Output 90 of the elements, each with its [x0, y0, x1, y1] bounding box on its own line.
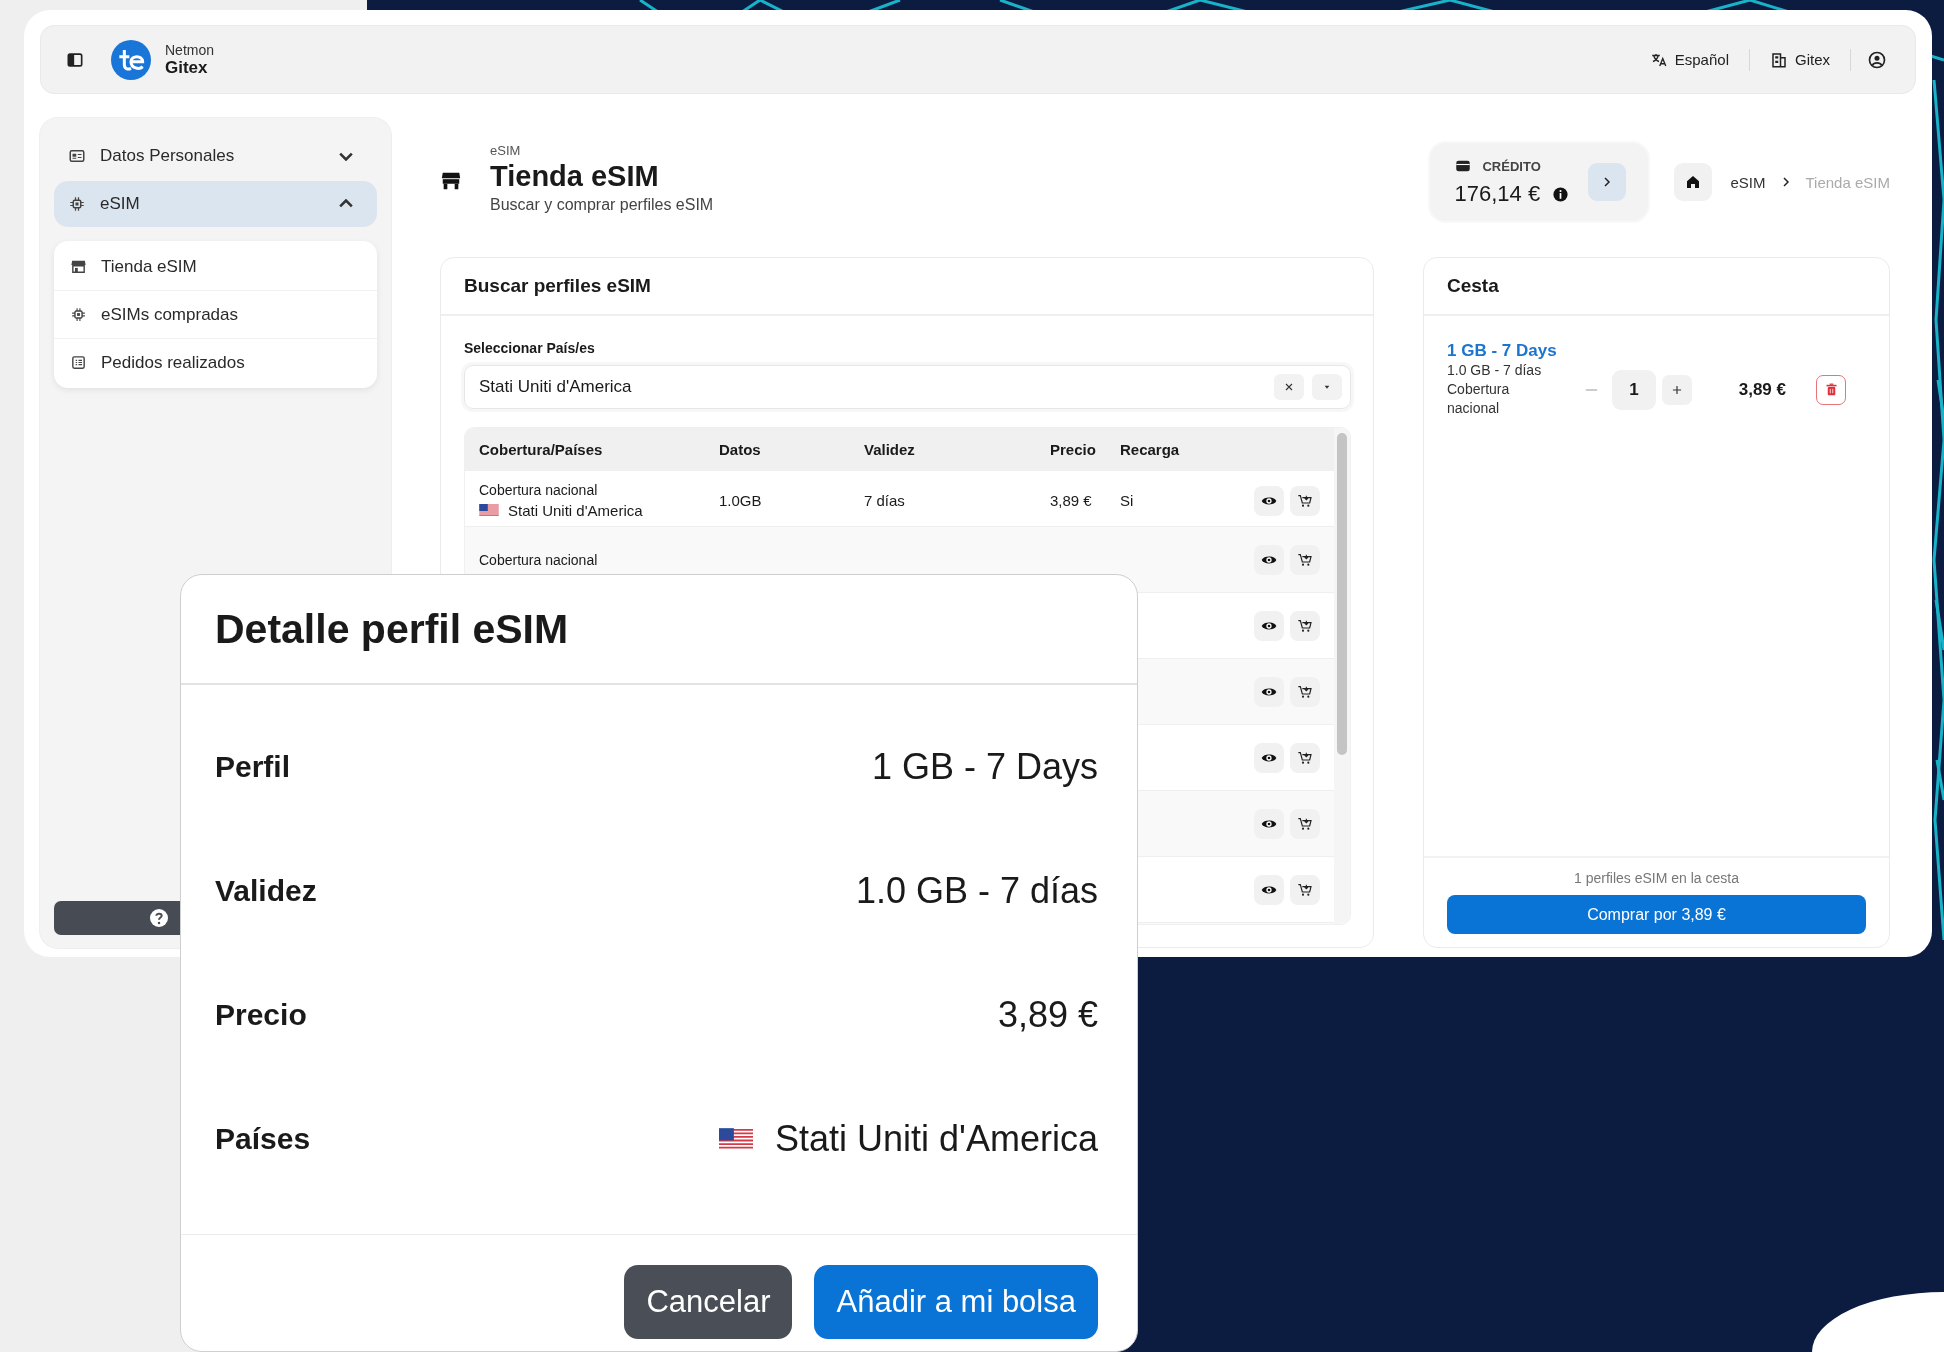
column-header: Precio: [1050, 440, 1097, 458]
table-cell-text: Si: [1120, 492, 1135, 509]
minus-icon: [1584, 387, 1598, 392]
modal-title: Detalle perfil eSIM: [181, 575, 1137, 685]
building-icon: [1770, 50, 1788, 69]
table-cell-text: 3,89 €: [1050, 492, 1093, 509]
add-to-cart-button[interactable]: [1290, 874, 1320, 905]
submenu-item[interactable]: Tienda eSIM: [54, 243, 377, 291]
page-title: Tienda eSIM: [490, 160, 660, 193]
product-name: 1 GB - 7 Days: [1447, 341, 1558, 361]
product-name: Netmon: [165, 41, 215, 58]
field-value: 1.0 GB - 7 días: [855, 870, 1098, 912]
view-button[interactable]: [1254, 610, 1284, 641]
increase-button[interactable]: [1662, 374, 1692, 405]
info-icon: [1552, 185, 1570, 203]
flag-icon: [479, 503, 499, 517]
credit-label: CRÉDITO: [1482, 158, 1541, 174]
cart-icon: [1297, 492, 1313, 509]
field-label: Validez: [215, 874, 317, 908]
delete-button[interactable]: [1816, 374, 1846, 405]
view-button[interactable]: [1254, 742, 1284, 773]
cart-icon: [1297, 749, 1313, 766]
add-to-cart-button[interactable]: [1290, 676, 1320, 707]
country-name: Stati Uniti d'America: [508, 501, 643, 519]
section-label: eSIM: [490, 143, 522, 158]
column-header: Cobertura/Países: [479, 440, 604, 458]
cart-icon: [1297, 815, 1313, 832]
field-label: Precio: [215, 998, 307, 1032]
page-subtitle: Buscar y comprar perfiles eSIM: [490, 196, 714, 214]
scrollbar-thumb[interactable]: [1337, 433, 1347, 755]
chip-icon: [70, 306, 87, 323]
coverage-text: Cobertura nacional: [479, 482, 599, 497]
field-value: 1 GB - 7 Days: [871, 746, 1098, 788]
column-header: Validez: [864, 440, 916, 458]
view-button[interactable]: [1254, 874, 1284, 905]
add-to-cart-button[interactable]: [1290, 808, 1320, 839]
breadcrumb-link[interactable]: eSIM: [1730, 173, 1766, 191]
field-value: 3,89 €: [997, 994, 1098, 1036]
help-icon: [149, 909, 168, 927]
sidebar-item[interactable]: eSIM: [54, 181, 377, 227]
coverage-text: Cobertura nacional: [1447, 380, 1511, 418]
field-label: Perfil: [215, 750, 291, 784]
language-button[interactable]: Español: [1641, 44, 1737, 75]
product-detail: 1.0 GB - 7 días: [1447, 361, 1543, 380]
cart-icon: [1297, 881, 1313, 898]
coverage-text: Cobertura nacional: [479, 553, 599, 567]
card-title: Cesta: [1424, 258, 1889, 316]
card-title: Buscar perfiles eSIM: [441, 258, 1373, 316]
quantity-field[interactable]: 1: [1612, 369, 1656, 410]
submenu-item[interactable]: Pedidos realizados: [54, 339, 377, 386]
id-card-icon: [68, 147, 86, 165]
user-icon: [1867, 49, 1887, 70]
home-icon: [1685, 174, 1702, 190]
add-to-cart-button[interactable]: [1290, 610, 1320, 641]
add-to-cart-button[interactable]: [1290, 485, 1320, 516]
chip-icon: [68, 195, 86, 213]
field-value: Stati Uniti d'America: [775, 1118, 1098, 1160]
column-header: Recarga: [1120, 440, 1181, 458]
view-button[interactable]: [1254, 485, 1284, 516]
cart-summary: 1 perfiles eSIM en la cesta: [1573, 870, 1740, 886]
store-icon: [70, 258, 87, 275]
item-price: 3,89 €: [1738, 379, 1786, 400]
store-icon: [440, 170, 462, 192]
buy-button[interactable]: Comprar por 3,89 €: [1447, 895, 1866, 934]
cancel-button[interactable]: Cancelar: [624, 1265, 793, 1339]
field-label: Países: [215, 1122, 311, 1156]
add-to-cart-button[interactable]: [1290, 545, 1320, 575]
cart-icon: [1297, 552, 1313, 568]
workspace-button[interactable]: Gitex: [1762, 44, 1838, 75]
close-icon: [1283, 381, 1295, 393]
table-cell-text: 7 días: [864, 492, 906, 509]
cart-icon: [1297, 683, 1313, 700]
organization-name: Gitex: [165, 57, 209, 78]
list-icon: [70, 354, 87, 371]
column-header: Datos: [719, 440, 762, 458]
home-button[interactable]: [1674, 163, 1713, 201]
cart-icon: [1297, 617, 1313, 634]
view-button[interactable]: [1254, 676, 1284, 707]
submenu-item[interactable]: eSIMs compradas: [54, 291, 377, 339]
field-label: Seleccionar País/es: [464, 340, 596, 356]
add-to-cart-button[interactable]: [1290, 742, 1320, 773]
flag-icon: [719, 1127, 753, 1151]
add-to-bag-button[interactable]: Añadir a mi bolsa: [814, 1265, 1098, 1339]
credit-amount: 176,14 €: [1454, 181, 1541, 207]
view-button[interactable]: [1254, 545, 1284, 575]
view-button[interactable]: [1254, 808, 1284, 839]
table-cell-text: 1.0GB: [719, 492, 763, 509]
chevron-icon: [339, 199, 353, 209]
chevron-icon: [339, 151, 353, 161]
sidebar-item[interactable]: Datos Personales: [54, 133, 377, 179]
